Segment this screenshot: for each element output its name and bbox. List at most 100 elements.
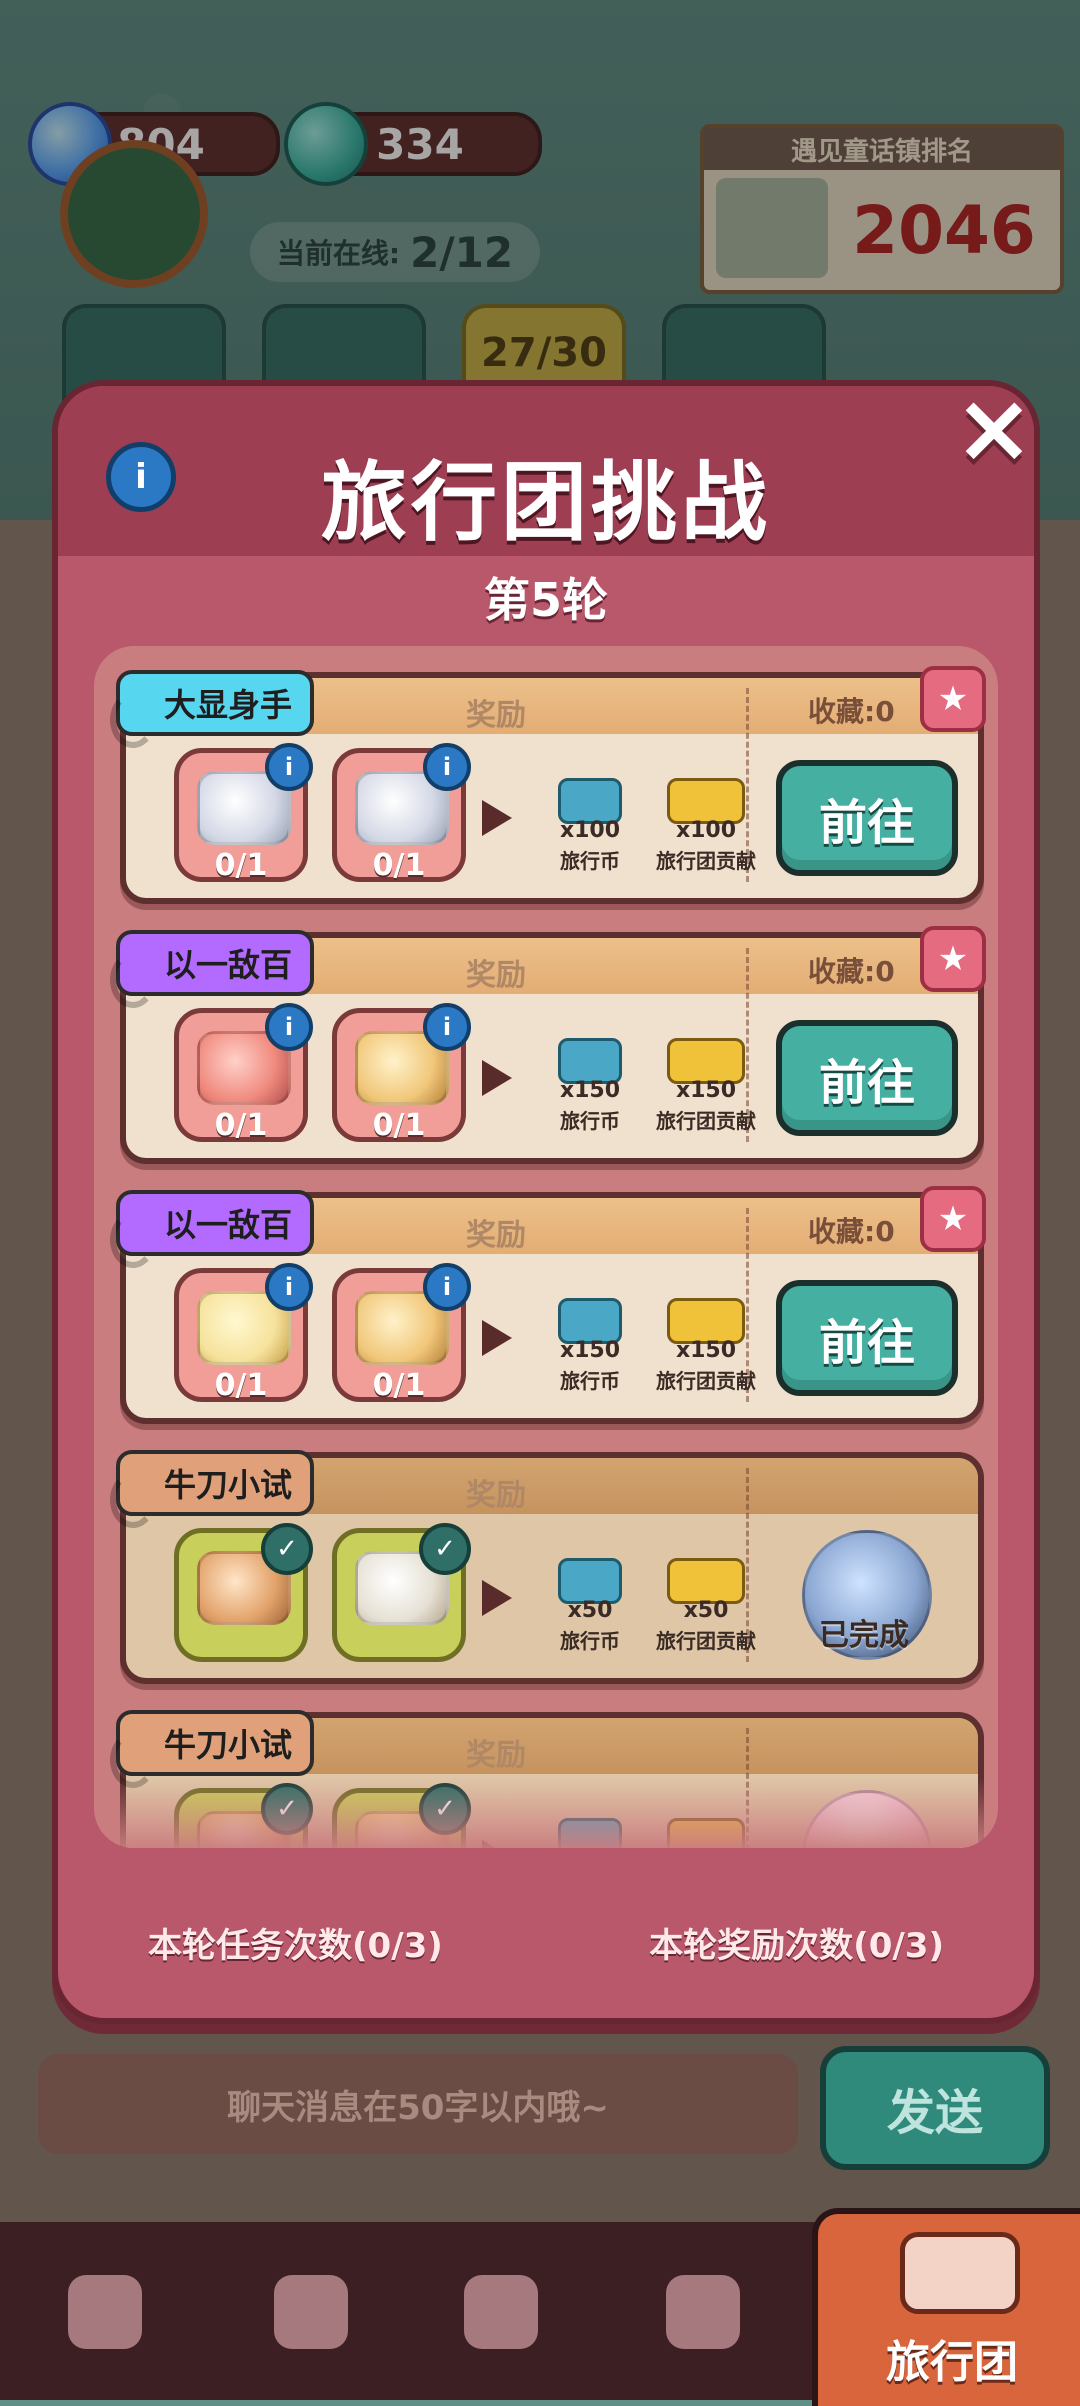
check-icon: ✓ bbox=[261, 1523, 313, 1575]
reward-label: 奖励 bbox=[466, 698, 526, 733]
required-item[interactable]: i 0/1 bbox=[332, 1003, 471, 1143]
reward-name: 旅行团贡献 bbox=[656, 849, 756, 873]
completed-status: 已完成 bbox=[819, 1618, 909, 1653]
cloche-icon bbox=[464, 2275, 538, 2349]
nav-item-map[interactable] bbox=[628, 2242, 778, 2382]
reward-mult: x50 bbox=[683, 1598, 729, 1623]
item-qty: 0/1 bbox=[214, 1368, 268, 1403]
reward-name: 旅行币 bbox=[560, 849, 620, 873]
challenge-card: 以一敌百 奖励 收藏:0 ★ i 0/1 i 0/1 x150 旅行币 x150… bbox=[110, 1186, 986, 1424]
required-item[interactable]: i 0/1 bbox=[174, 743, 313, 883]
info-icon[interactable]: i bbox=[423, 1263, 471, 1311]
collect-count: 收藏:0 bbox=[808, 695, 895, 728]
required-item[interactable]: i 0/1 bbox=[332, 743, 471, 883]
challenge-card: 以一敌百 奖励 收藏:0 ★ i 0/1 i 0/1 x150 旅行币 x150… bbox=[110, 926, 986, 1164]
arrow-right-icon bbox=[482, 1580, 512, 1616]
reward-contribution: x150 旅行团贡献 bbox=[646, 1038, 766, 1134]
close-button[interactable]: × bbox=[946, 380, 1042, 476]
challenge-tag-label: 以一敌百 bbox=[164, 1206, 293, 1244]
challenge-tag-label: 大显身手 bbox=[164, 686, 293, 724]
tag-curl-icon bbox=[110, 692, 156, 748]
reward-name: 旅行币 bbox=[560, 1369, 620, 1393]
item-qty: 0/1 bbox=[214, 848, 268, 883]
task-count: 本轮任务次数(0/3) bbox=[148, 1926, 443, 1966]
challenge-list[interactable]: 大显身手 奖励 收藏:0 ★ i 0/1 i 0/1 x100 旅行币 x100… bbox=[94, 646, 998, 1848]
reward-mult: x150 bbox=[675, 1338, 737, 1363]
challenge-tag: 牛刀小试 bbox=[110, 1710, 315, 1788]
required-item[interactable]: ✓ bbox=[332, 1523, 471, 1662]
check-icon: ✓ bbox=[419, 1523, 471, 1575]
reward-mult: x150 bbox=[559, 1078, 621, 1103]
round-counts: 本轮任务次数(0/3) 本轮奖励次数(0/3) bbox=[58, 1918, 1034, 1967]
modal-title: 旅行团挑战 bbox=[321, 453, 771, 553]
reward-mult: x150 bbox=[675, 1078, 737, 1103]
bottom-nav: 旅行团 bbox=[0, 2208, 1080, 2406]
list-fade bbox=[94, 1778, 998, 1848]
reward-name: 旅行币 bbox=[560, 1109, 620, 1133]
item-qty: 0/1 bbox=[372, 1108, 426, 1143]
arrow-right-icon bbox=[482, 800, 512, 836]
reward-mult: x100 bbox=[559, 818, 621, 843]
chat-input[interactable]: 聊天消息在50字以内哦~ bbox=[38, 2054, 798, 2154]
reward-mult: x100 bbox=[675, 818, 737, 843]
reward-label: 奖励 bbox=[466, 1478, 526, 1513]
star-icon[interactable]: ★ bbox=[920, 1186, 986, 1252]
reward-name: 旅行团贡献 bbox=[656, 1629, 756, 1653]
info-icon[interactable]: i bbox=[423, 743, 471, 791]
challenge-tag: 大显身手 bbox=[110, 670, 315, 748]
challenge-tag: 以一敌百 bbox=[110, 930, 315, 1008]
star-icon[interactable]: ★ bbox=[920, 666, 986, 732]
required-item[interactable]: i 0/1 bbox=[174, 1263, 313, 1403]
reward-name: 旅行团贡献 bbox=[656, 1109, 756, 1133]
challenge-card: 牛刀小试 奖励 ✓ ✓ x50 旅行币 x50 旅行团贡献 已完成 bbox=[110, 1450, 984, 1684]
challenge-tag: 以一敌百 bbox=[110, 1190, 315, 1268]
reward-mult: x50 bbox=[567, 1598, 613, 1623]
nav-item-bag[interactable] bbox=[30, 2242, 180, 2382]
nav-active-label: 旅行团 bbox=[886, 2337, 1018, 2388]
reward-label: 奖励 bbox=[466, 958, 526, 993]
reward-travel-coin: x100 旅行币 bbox=[530, 778, 650, 874]
info-icon[interactable]: i bbox=[423, 1003, 471, 1051]
tag-curl-icon bbox=[110, 1472, 156, 1528]
bag-icon bbox=[68, 2275, 142, 2349]
reward-mult: x150 bbox=[559, 1338, 621, 1363]
map-pin-icon bbox=[666, 2275, 740, 2349]
nav-item-cloche[interactable] bbox=[426, 2242, 576, 2382]
collect-count: 收藏:0 bbox=[808, 1215, 895, 1248]
reward-travel-coin: x150 旅行币 bbox=[530, 1298, 650, 1394]
handshake-icon bbox=[274, 2275, 348, 2349]
round-label: 第5轮 bbox=[483, 573, 608, 627]
info-icon[interactable]: i bbox=[265, 743, 313, 791]
close-icon: × bbox=[953, 372, 1035, 484]
go-button[interactable]: 前往 bbox=[776, 1280, 958, 1396]
go-button[interactable]: 前往 bbox=[776, 760, 958, 876]
star-icon[interactable]: ★ bbox=[920, 926, 986, 992]
challenge-tag: 牛刀小试 bbox=[110, 1450, 315, 1528]
challenge-tag-label: 以一敌百 bbox=[164, 946, 293, 984]
travel-team-challenge-modal: i 旅行团挑战 × 第5轮 大显身手 奖励 收藏:0 ★ i 0/1 i 0/1… bbox=[52, 380, 1040, 2024]
collect-count: 收藏:0 bbox=[808, 955, 895, 988]
item-qty: 0/1 bbox=[372, 848, 426, 883]
required-item[interactable]: i 0/1 bbox=[174, 1003, 313, 1143]
bus-icon bbox=[900, 2232, 1020, 2314]
item-qty: 0/1 bbox=[214, 1108, 268, 1143]
tag-curl-icon bbox=[110, 1212, 156, 1268]
tag-curl-icon bbox=[110, 952, 156, 1008]
reward-contribution: x50 旅行团贡献 bbox=[646, 1558, 766, 1654]
reward-travel-coin: x150 旅行币 bbox=[530, 1038, 650, 1134]
reward-label: 奖励 bbox=[466, 1738, 526, 1773]
send-button[interactable]: 发送 bbox=[820, 2046, 1050, 2170]
required-item[interactable]: ✓ bbox=[174, 1523, 313, 1662]
info-icon[interactable]: i bbox=[265, 1003, 313, 1051]
nav-item-handshake[interactable] bbox=[236, 2242, 386, 2382]
info-icon[interactable]: i bbox=[265, 1263, 313, 1311]
reward-contribution: x150 旅行团贡献 bbox=[646, 1298, 766, 1394]
reward-name: 旅行币 bbox=[560, 1629, 620, 1653]
required-item[interactable]: i 0/1 bbox=[332, 1263, 471, 1403]
item-qty: 0/1 bbox=[372, 1368, 426, 1403]
reward-label: 奖励 bbox=[466, 1218, 526, 1253]
arrow-right-icon bbox=[482, 1060, 512, 1096]
go-button[interactable]: 前往 bbox=[776, 1020, 958, 1136]
reward-count: 本轮奖励次数(0/3) bbox=[649, 1926, 944, 1966]
nav-item-travel-team[interactable]: 旅行团 bbox=[812, 2208, 1080, 2406]
